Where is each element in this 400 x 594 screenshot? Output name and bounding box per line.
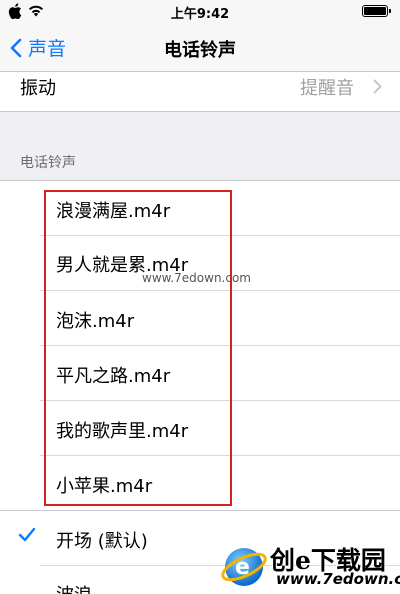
- list-item-ringtone[interactable]: 小苹果.m4r: [0, 456, 400, 510]
- navigation-bar: 声音 电话铃声: [0, 22, 400, 72]
- ringtone-list: 浪漫满屋.m4r 男人就是累.m4r 泡沫.m4r 平凡之路.m4r 我的歌声里…: [0, 180, 400, 594]
- chevron-right-icon: [373, 79, 382, 94]
- watermark-logo: e 创e下载园 www.7edown.com: [220, 540, 400, 594]
- list-item-ringtone[interactable]: 浪漫满屋.m4r: [0, 181, 400, 235]
- screen: 上午9:42 声音 电话铃声 振动 提醒音 电话铃声 浪漫满屋.m4r 男人就是…: [0, 0, 400, 594]
- vibration-label: 振动: [20, 78, 56, 99]
- ringtone-label: 浪漫满屋.m4r: [56, 201, 171, 222]
- watermark-text: www.7edown.com: [142, 271, 251, 285]
- svg-text:e: e: [235, 555, 250, 580]
- ringtone-label: 波浪: [56, 581, 92, 594]
- ringtone-label: 小苹果.m4r: [56, 476, 153, 497]
- e-logo-icon: e: [221, 548, 267, 586]
- status-bar: 上午9:42: [0, 0, 400, 22]
- battery-icon: [362, 5, 391, 17]
- list-item-ringtone[interactable]: 泡沫.m4r: [0, 291, 400, 345]
- vibration-row[interactable]: 振动 提醒音: [0, 72, 400, 112]
- ringtone-label: 泡沫.m4r: [56, 311, 135, 332]
- checkmark-icon: [18, 527, 36, 542]
- section-header: 电话铃声: [20, 155, 76, 171]
- ringtone-label: 开场 (默认): [56, 531, 148, 552]
- vibration-value: 提醒音: [300, 78, 354, 99]
- watermark-url: www.7edown.com: [276, 570, 400, 588]
- list-item-ringtone[interactable]: 平凡之路.m4r: [0, 346, 400, 400]
- ringtone-label: 我的歌声里.m4r: [56, 421, 189, 442]
- page-title: 电话铃声: [164, 40, 236, 61]
- list-item-ringtone[interactable]: 我的歌声里.m4r: [0, 401, 400, 455]
- status-time: 上午9:42: [170, 7, 230, 22]
- ringtone-label: 平凡之路.m4r: [56, 366, 171, 387]
